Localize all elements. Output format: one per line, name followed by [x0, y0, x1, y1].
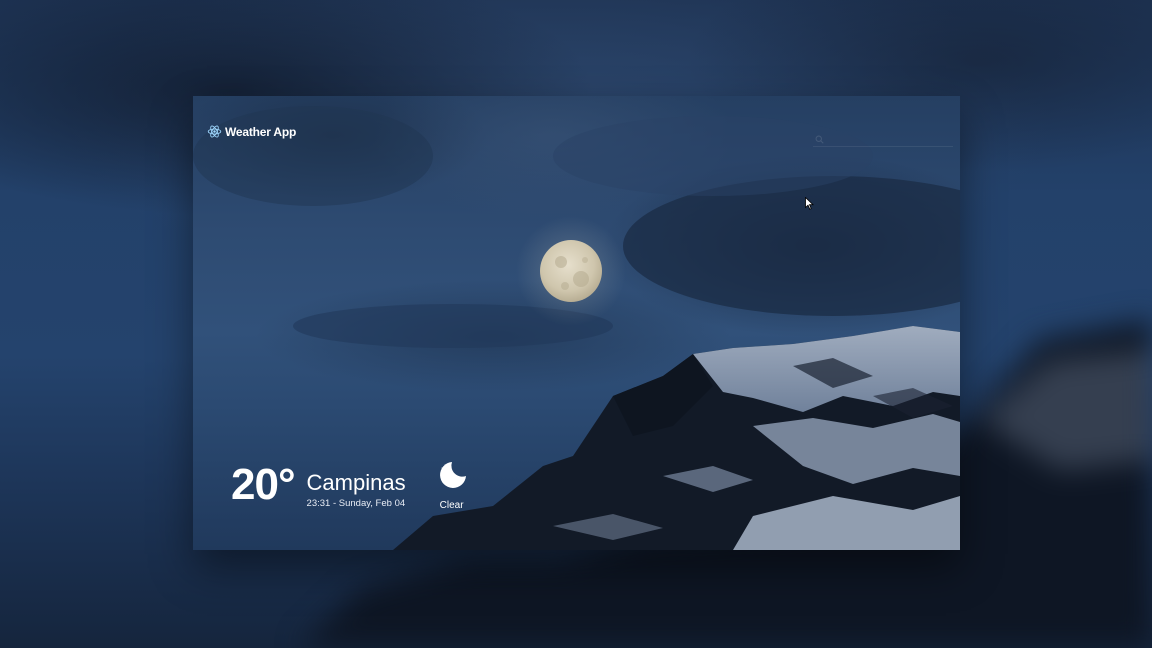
city-name: Campinas — [306, 470, 406, 495]
mouse-cursor — [805, 196, 814, 215]
weather-app-window: Weather App 20° Campinas 23:31 - Sunday,… — [193, 96, 960, 550]
snowy-mountain — [393, 326, 960, 550]
location-block: Campinas 23:31 - Sunday, Feb 04 — [307, 470, 406, 510]
moon — [540, 240, 602, 302]
condition-label: Clear — [439, 500, 464, 511]
weather-condition: Clear — [432, 458, 472, 511]
search-input[interactable] — [827, 131, 947, 143]
temperature: 20° — [231, 460, 296, 509]
current-weather: 20° Campinas 23:31 - Sunday, Feb 04 Clea… — [231, 458, 472, 511]
moon-stars-icon — [435, 458, 469, 497]
city-search[interactable] — [813, 128, 953, 147]
react-atom-icon — [207, 124, 222, 139]
brand-title: Weather App — [225, 124, 297, 139]
date-time: 23:31 - Sunday, Feb 04 — [306, 498, 406, 509]
app-brand[interactable]: Weather App — [207, 124, 296, 139]
search-icon — [815, 131, 824, 149]
